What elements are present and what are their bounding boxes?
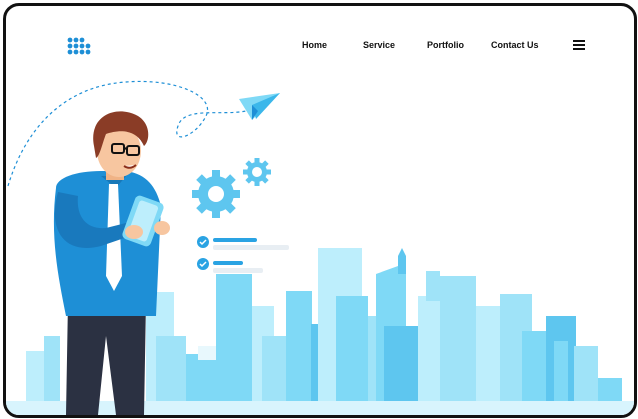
gear-icon	[243, 158, 271, 186]
hero-illustration	[6, 80, 634, 415]
checklist	[197, 236, 289, 273]
main-nav: Home Service Portfolio Contact Us	[6, 40, 634, 56]
nav-portfolio[interactable]: Portfolio	[427, 40, 464, 50]
check-circle-icon	[197, 236, 209, 248]
gear-icon	[192, 170, 240, 218]
nav-contact-us[interactable]: Contact Us	[491, 40, 539, 50]
check-circle-icon	[197, 258, 209, 270]
nav-home[interactable]: Home	[302, 40, 327, 50]
browser-frame: Home Service Portfolio Contact Us	[3, 3, 637, 418]
paper-plane-icon	[239, 93, 280, 120]
hamburger-icon[interactable]	[573, 39, 587, 51]
nav-service[interactable]: Service	[363, 40, 395, 50]
